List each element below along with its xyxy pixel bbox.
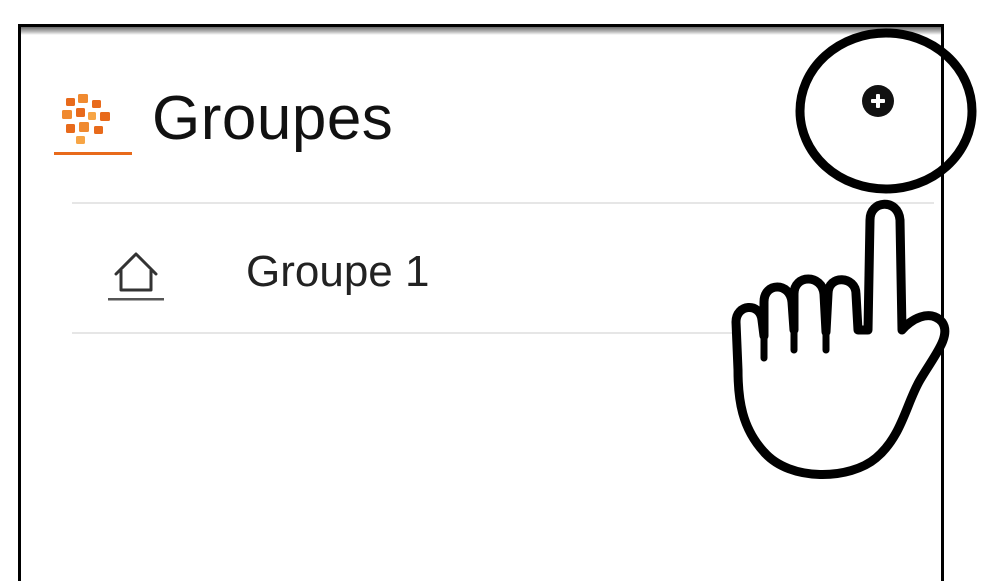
header — [52, 80, 132, 160]
title-underline — [54, 152, 132, 155]
plus-circle-icon — [871, 94, 885, 108]
home-icon — [104, 244, 168, 311]
group-list-item[interactable]: Groupe 1 — [72, 204, 934, 332]
app-screen: Groupes Groupe 1 — [0, 0, 985, 581]
page-title: Groupes — [152, 84, 394, 153]
groups-logo-icon — [52, 80, 132, 160]
group-label: Groupe 1 — [246, 247, 430, 296]
add-group-button[interactable] — [862, 85, 894, 117]
divider — [72, 332, 934, 334]
status-bar-shadow — [21, 27, 941, 35]
